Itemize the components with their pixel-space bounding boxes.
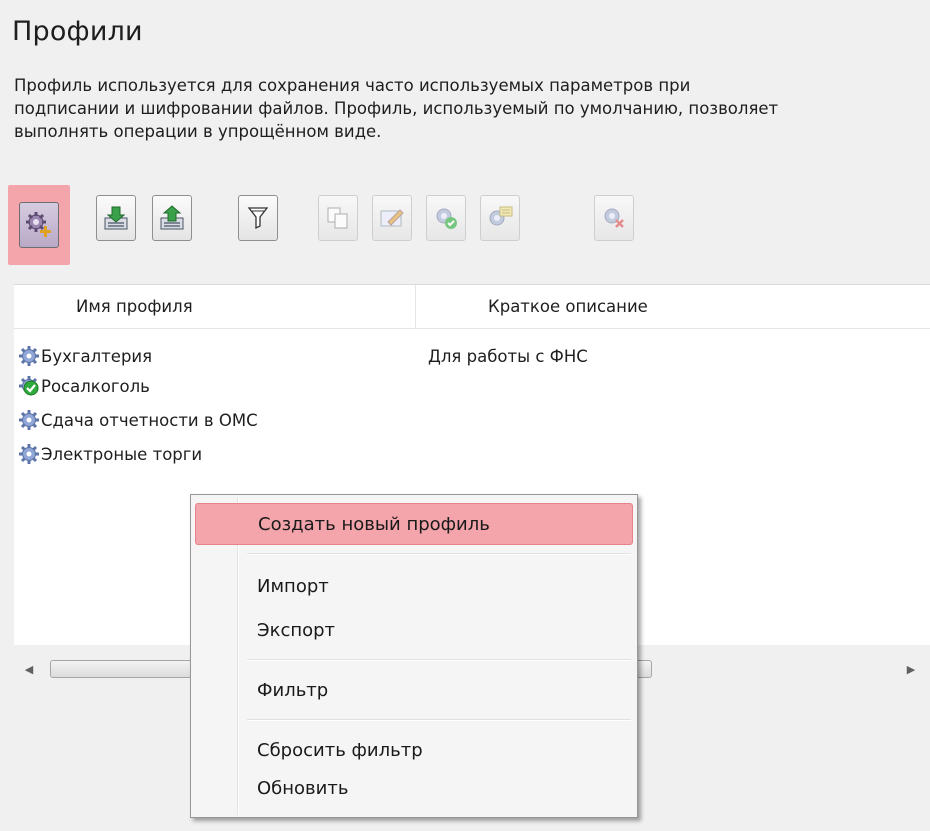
filter-icon — [247, 207, 269, 230]
menu-separator — [247, 719, 631, 721]
create-profile-button[interactable] — [8, 185, 70, 265]
page-description: Профиль используется для сохранения част… — [14, 74, 930, 143]
profile-name: Сдача отчетности в ОМС — [41, 410, 258, 430]
page-title: Профили — [12, 16, 143, 47]
create-profile-icon — [26, 212, 51, 237]
table-row[interactable]: Бухгалтерия Для работы с ФНС — [18, 341, 918, 371]
menu-separator — [247, 659, 631, 661]
column-header-name[interactable]: Имя профиля — [14, 285, 416, 329]
edit-icon — [380, 209, 404, 227]
gear-icon — [18, 345, 40, 367]
export-icon — [160, 205, 184, 230]
menu-item-export[interactable]: Экспорт — [195, 609, 633, 651]
menu-item-filter[interactable]: Фильтр — [195, 669, 633, 711]
profile-name: Электроные торги — [41, 444, 203, 464]
context-menu: Создать новый профиль Импорт Экспорт Фил… — [190, 494, 638, 818]
copy-button[interactable] — [318, 195, 358, 241]
import-icon — [104, 206, 128, 230]
set-default-icon — [436, 208, 457, 229]
profile-description: Для работы с ФНС — [428, 346, 588, 366]
properties-button[interactable] — [480, 195, 520, 241]
menu-item-refresh[interactable]: Обновить — [195, 767, 633, 809]
import-button[interactable] — [96, 195, 136, 241]
profile-name: Бухгалтерия — [41, 346, 153, 366]
table-row[interactable]: Сдача отчетности в ОМС — [18, 405, 918, 435]
filter-button[interactable] — [238, 195, 278, 241]
table-row[interactable]: Электроные торги — [18, 439, 918, 469]
profile-name: Росалкоголь — [41, 376, 150, 396]
menu-separator — [247, 553, 631, 555]
table-row[interactable]: Росалкоголь — [18, 371, 918, 401]
delete-profile-button[interactable] — [594, 195, 634, 241]
gear-icon — [18, 409, 40, 431]
edit-button[interactable] — [372, 195, 412, 241]
export-button[interactable] — [152, 195, 192, 241]
gear-icon — [18, 443, 40, 465]
set-default-button[interactable] — [426, 195, 466, 241]
copy-icon — [327, 207, 348, 229]
scroll-right-icon[interactable]: ▶ — [900, 656, 922, 682]
properties-icon — [489, 206, 513, 226]
gear-default-check-icon — [18, 375, 40, 397]
menu-item-import[interactable]: Импорт — [195, 565, 633, 607]
menu-item-create-profile[interactable]: Создать новый профиль — [195, 503, 633, 545]
description-line: Профиль используется для сохранения част… — [14, 76, 691, 95]
description-line: выполнять операции в упрощённом виде. — [14, 122, 382, 141]
menu-item-reset-filter[interactable]: Сбросить фильтр — [195, 729, 633, 771]
column-header-description[interactable]: Краткое описание — [416, 285, 930, 329]
scroll-left-icon[interactable]: ◀ — [18, 656, 40, 682]
description-line: подписании и шифровании файлов. Профиль,… — [14, 99, 779, 118]
delete-profile-icon — [604, 208, 624, 228]
